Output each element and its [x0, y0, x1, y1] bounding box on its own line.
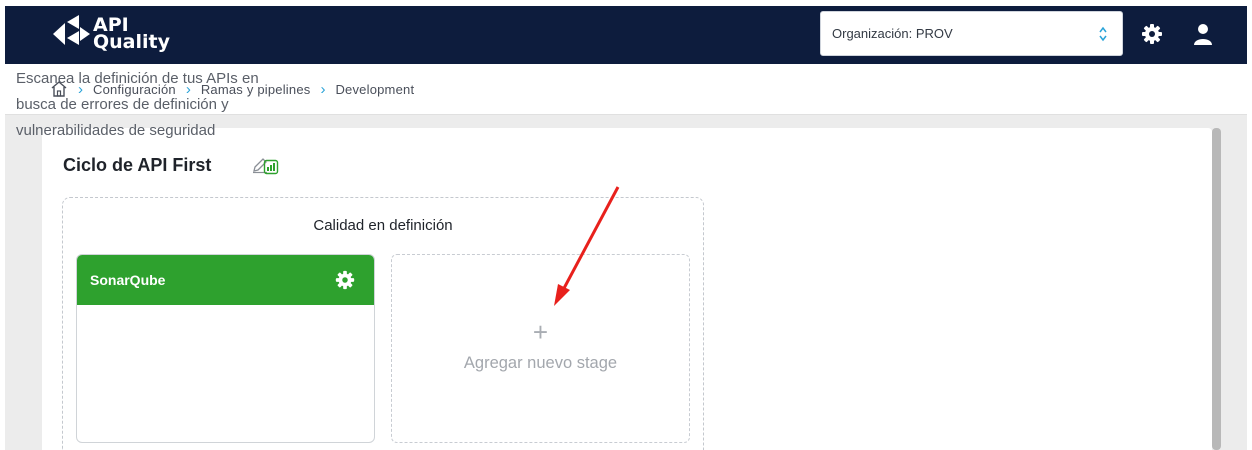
gear-icon[interactable]	[1140, 22, 1164, 46]
app-logo[interactable]: API Quality	[49, 10, 170, 58]
cycle-title: Ciclo de API First	[63, 155, 212, 175]
annotation-arrow-icon	[554, 186, 620, 306]
stage-card-header: SonarQube	[77, 255, 374, 305]
gear-icon[interactable]	[334, 269, 356, 291]
scrollbar[interactable]	[1212, 128, 1221, 450]
top-bar: API Quality Organización: PROV	[5, 6, 1247, 64]
stage-card-sonarqube[interactable]: SonarQube	[76, 254, 375, 443]
stage-card-description: Escanea la definición de tus APIs en bus…	[16, 70, 259, 139]
report-chart-icon[interactable]	[263, 159, 279, 175]
organization-select-value: Organización: PROV	[832, 26, 953, 41]
organization-select[interactable]: Organización: PROV	[820, 11, 1123, 56]
add-stage-label: Agregar nuevo stage	[463, 354, 618, 372]
select-arrows-icon	[1099, 26, 1107, 42]
breadcrumb-item-development: Development	[335, 81, 415, 97]
stage-card-title: SonarQube	[90, 272, 166, 288]
plus-icon: +	[532, 317, 549, 347]
logo-line-2: Quality	[93, 31, 170, 53]
logo-text: API Quality	[93, 16, 170, 53]
user-icon[interactable]	[1191, 22, 1215, 46]
logo-mark-icon	[53, 15, 90, 45]
chevron-right-icon: ›	[320, 80, 326, 98]
